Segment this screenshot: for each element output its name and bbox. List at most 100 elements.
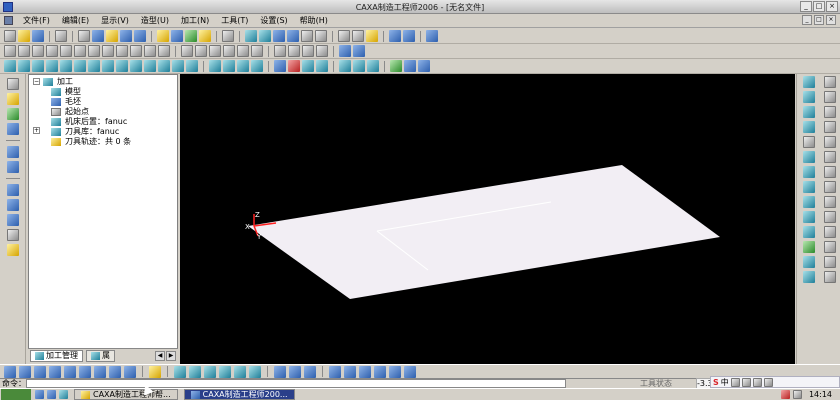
view-mode-icon[interactable]: [403, 30, 415, 42]
pocket-icon[interactable]: [74, 60, 86, 72]
mirror-icon[interactable]: [302, 45, 314, 57]
eraser-icon[interactable]: [824, 256, 836, 268]
plunge-rough-icon[interactable]: [60, 60, 72, 72]
corner-clean-icon[interactable]: [209, 60, 221, 72]
point-icon[interactable]: [824, 181, 836, 193]
print-icon[interactable]: [55, 30, 67, 42]
boolean-icon[interactable]: [316, 45, 328, 57]
linear-pattern-icon[interactable]: [274, 45, 286, 57]
line-icon[interactable]: [824, 76, 836, 88]
taskbar-button-help[interactable]: CAXA制造工程师帮...: [74, 389, 178, 400]
tree-toggle-icon[interactable]: [6, 108, 19, 120]
tab-properties[interactable]: 属: [86, 349, 115, 362]
surface-fillet-icon[interactable]: [174, 365, 186, 378]
wireframe-icon[interactable]: [338, 30, 350, 42]
transform-icon[interactable]: [329, 365, 341, 378]
rotate-copy-icon[interactable]: [6, 161, 19, 173]
surface-extend-icon[interactable]: [204, 365, 216, 378]
fillet-icon[interactable]: [181, 45, 193, 57]
scroll-left-button[interactable]: ◀: [155, 350, 165, 361]
join-icon[interactable]: [803, 181, 815, 193]
surface-icon[interactable]: [339, 45, 351, 57]
revolved-surface-icon[interactable]: [109, 365, 121, 378]
split-icon[interactable]: [803, 196, 815, 208]
drill-icon[interactable]: [274, 60, 286, 72]
chamfer-icon[interactable]: [195, 45, 207, 57]
mdi-close-button[interactable]: ×: [826, 15, 836, 25]
view-iso-icon[interactable]: [6, 214, 19, 226]
toolpath-join-icon[interactable]: [302, 60, 314, 72]
curve-tool-icon[interactable]: [803, 76, 815, 88]
conic-icon[interactable]: [824, 226, 836, 238]
surface-region-icon[interactable]: [172, 60, 184, 72]
undo-icon[interactable]: [120, 30, 132, 42]
toolpath-reverse-icon[interactable]: [316, 60, 328, 72]
view-top-icon[interactable]: [6, 199, 19, 211]
select-icon[interactable]: [6, 78, 19, 90]
convert-icon[interactable]: [803, 241, 815, 253]
curve-icon[interactable]: [418, 60, 430, 72]
paste-icon[interactable]: [106, 30, 118, 42]
contour-finish-icon[interactable]: [130, 60, 142, 72]
surface-trim-tool-icon[interactable]: [189, 365, 201, 378]
circle-icon[interactable]: [824, 106, 836, 118]
blend-icon[interactable]: [374, 365, 386, 378]
formula-curve-icon[interactable]: [824, 166, 836, 178]
punctuation-icon[interactable]: [730, 377, 740, 387]
extrude-icon[interactable]: [60, 45, 72, 57]
pan-icon[interactable]: [315, 30, 327, 42]
draft-icon[interactable]: [223, 45, 235, 57]
smooth-icon[interactable]: [803, 211, 815, 223]
view-left-icon[interactable]: [6, 229, 19, 241]
window-icon[interactable]: [222, 30, 234, 42]
array-icon[interactable]: [64, 365, 76, 378]
rotate-icon[interactable]: [301, 30, 313, 42]
cut-revolve-icon[interactable]: [130, 45, 142, 57]
menu-edit[interactable]: 编辑(E): [56, 15, 95, 26]
document-icon[interactable]: [4, 16, 13, 25]
command-input[interactable]: [26, 379, 566, 388]
surface-offset-icon[interactable]: [249, 365, 261, 378]
new-file-icon[interactable]: [4, 30, 16, 42]
intersection-curve-icon[interactable]: [289, 365, 301, 378]
pencil-icon[interactable]: [6, 93, 19, 105]
layer-icon[interactable]: [199, 30, 211, 42]
scan-finish-icon[interactable]: [116, 60, 128, 72]
display-mode-icon[interactable]: [389, 30, 401, 42]
shaded-icon[interactable]: [366, 30, 378, 42]
loft-icon[interactable]: [88, 45, 100, 57]
ellipse-icon[interactable]: [824, 136, 836, 148]
ruled-surface-icon[interactable]: [94, 365, 106, 378]
graphics-viewport[interactable]: Z X Y: [180, 74, 795, 364]
properties-icon[interactable]: [6, 123, 19, 135]
verify-icon[interactable]: [404, 60, 416, 72]
polygon-icon[interactable]: [824, 196, 836, 208]
surface-merge-icon[interactable]: [219, 365, 231, 378]
menu-tools[interactable]: 工具(T): [215, 15, 254, 26]
check-icon[interactable]: [803, 256, 815, 268]
taskbar-button-caxa[interactable]: CAXA制造工程师200...: [183, 389, 295, 400]
surface-trim-icon[interactable]: [353, 45, 365, 57]
scroll-right-button[interactable]: ▶: [166, 350, 176, 361]
tools-icon[interactable]: [763, 377, 773, 387]
view-front-icon[interactable]: [6, 184, 19, 196]
cut-extrude-icon[interactable]: [116, 45, 128, 57]
browser-icon[interactable]: [47, 390, 56, 399]
open-file-icon[interactable]: [18, 30, 30, 42]
zoom-in-icon[interactable]: [273, 30, 285, 42]
redo-icon[interactable]: [134, 30, 146, 42]
tree-expand-toggle[interactable]: +: [33, 127, 40, 134]
pencil-trace-icon[interactable]: [223, 60, 235, 72]
menu-modeling[interactable]: 造型(U): [135, 15, 175, 26]
mirror-surface-icon[interactable]: [79, 365, 91, 378]
select-filter-icon[interactable]: [4, 365, 16, 378]
refresh-icon[interactable]: [171, 30, 183, 42]
pointer-icon[interactable]: [426, 30, 438, 42]
curve-fillet-icon[interactable]: [803, 151, 815, 163]
spline-icon[interactable]: [824, 151, 836, 163]
sketch-icon[interactable]: [4, 45, 16, 57]
process-sheet-icon[interactable]: [367, 60, 379, 72]
mdi-minimize-button[interactable]: _: [802, 15, 812, 25]
project-icon[interactable]: [803, 226, 815, 238]
keyboard-icon[interactable]: [741, 377, 751, 387]
